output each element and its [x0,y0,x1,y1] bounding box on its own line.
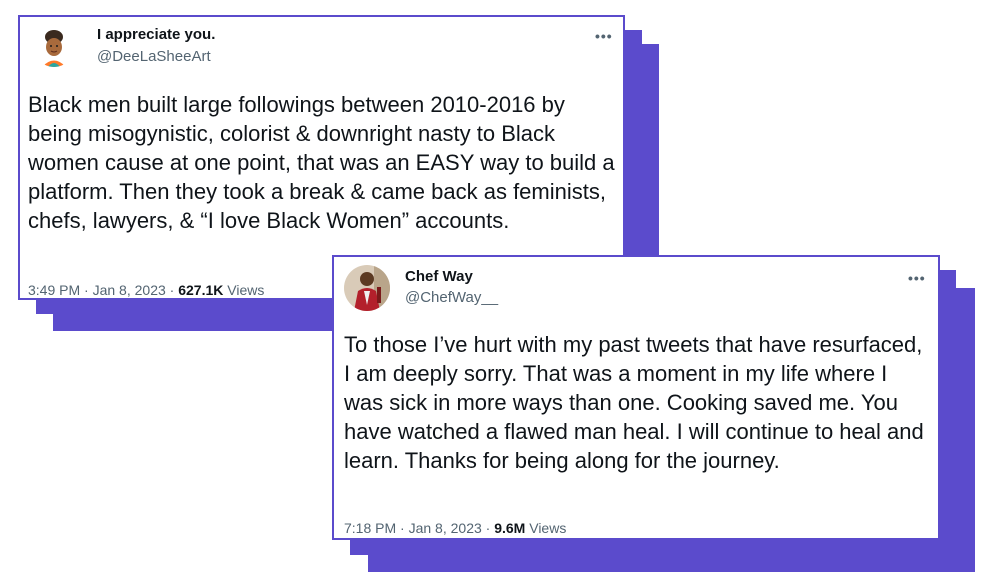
tweet-text: To those I’ve hurt with my past tweets t… [344,332,924,473]
tweet-time[interactable]: 3:49 PM [28,282,80,298]
tweet-meta: 3:49 PM · Jan 8, 2023 · 627.1K Views [28,282,264,298]
more-options-icon[interactable]: ••• [908,271,926,285]
separator-dot: · [481,520,495,536]
views-label: Views [529,520,567,536]
tweet-text: Black men built large followings between… [28,92,615,233]
tweet-time[interactable]: 7:18 PM [344,520,396,536]
separator-dot: · [165,282,179,298]
views-count: 9.6M [494,520,526,536]
tweet-card-2[interactable]: Chef Way @ChefWay__ ••• To those I’ve hu… [332,255,940,540]
man-in-red-jacket-avatar-icon[interactable] [344,265,390,311]
more-options-icon[interactable]: ••• [595,29,613,43]
cartoon-woman-avatar-icon[interactable] [34,27,74,67]
display-name[interactable]: Chef Way [405,268,473,285]
display-name[interactable]: I appreciate you. [97,26,215,43]
tweet-date[interactable]: Jan 8, 2023 [409,520,482,536]
user-handle[interactable]: @ChefWay__ [405,289,498,306]
tweet-meta: 7:18 PM · Jan 8, 2023 · 9.6M Views [344,520,566,536]
separator-dot: · [396,520,409,536]
tweet-date[interactable]: Jan 8, 2023 [93,282,166,298]
separator-dot: · [80,282,93,298]
user-handle[interactable]: @DeeLaSheeArt [97,48,211,65]
views-label: Views [227,282,265,298]
views-count: 627.1K [178,282,224,298]
